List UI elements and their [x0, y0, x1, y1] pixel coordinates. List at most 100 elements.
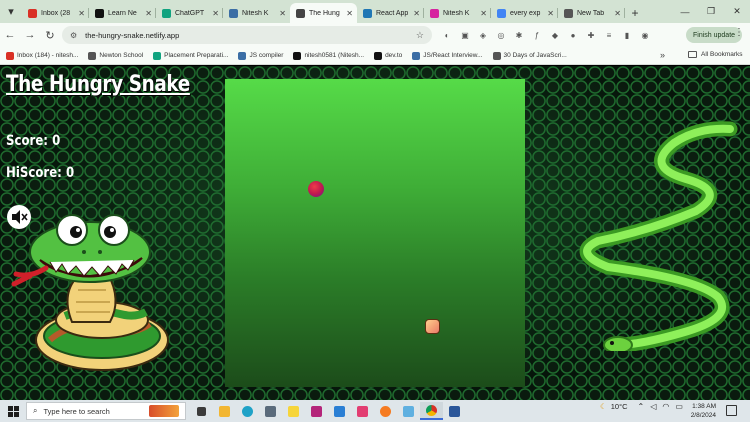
close-tab-icon[interactable]: ✕	[413, 9, 420, 18]
weather-widget[interactable]: ☾ 10°C	[600, 402, 628, 411]
side-panel-icon[interactable]: ▮	[620, 28, 634, 42]
bookmark-item[interactable]: Inbox (184) - nitesh...	[6, 51, 78, 60]
slack-icon[interactable]	[351, 402, 374, 420]
page-title: The Hungry Snake	[6, 72, 190, 97]
window-controls: — ❐ ✕	[672, 0, 750, 23]
bookmark-item[interactable]: Placement Preparati...	[153, 51, 228, 60]
bookmark-item[interactable]: nitesh0581 (Nitesh...	[293, 51, 364, 60]
bookmark-item[interactable]: 30 Days of JavaScri...	[492, 51, 567, 60]
tab-label: React App	[376, 9, 409, 17]
file-explorer-icon[interactable]	[213, 402, 236, 420]
tab-favicon	[296, 8, 305, 18]
intellij-icon[interactable]	[305, 402, 328, 420]
profile-avatar-icon[interactable]: ◉	[638, 28, 652, 42]
extension-icon[interactable]: ƒ	[530, 28, 544, 42]
search-highlight-image	[149, 405, 179, 417]
extension-icon[interactable]: ◆	[548, 28, 562, 42]
wifi-icon[interactable]: ◠	[662, 402, 669, 411]
bookmark-item[interactable]: dev.to	[374, 51, 402, 60]
browser-tab[interactable]: every exp ✕	[491, 3, 558, 23]
close-tab-icon[interactable]: ✕	[212, 9, 219, 18]
tab-label: Nitesh K	[443, 9, 470, 17]
close-tab-icon[interactable]: ✕	[547, 9, 554, 18]
menu-kebab-icon[interactable]: ⋮	[734, 27, 744, 38]
speaker-mute-icon	[12, 210, 28, 224]
browser-tab[interactable]: Learn Ne ✕	[89, 3, 156, 23]
reload-icon[interactable]: ↻	[40, 25, 60, 45]
game-board[interactable]	[225, 79, 525, 387]
close-window-icon[interactable]: ✕	[724, 0, 750, 23]
extension-icon[interactable]: ▣	[458, 28, 472, 42]
clock[interactable]: 1:38 AM 2/8/2024	[686, 402, 716, 420]
more-bookmarks-button[interactable]: »	[660, 50, 665, 60]
browser-tab[interactable]: React App ✕	[357, 3, 424, 23]
bookmark-favicon	[412, 51, 421, 60]
bookmark-favicon	[238, 51, 247, 60]
edge-icon[interactable]	[236, 402, 259, 420]
browser-tab[interactable]: New Tab ✕	[558, 3, 625, 23]
extension-icon[interactable]: ●	[566, 28, 580, 42]
site-info-icon[interactable]: ⚙	[70, 31, 77, 40]
browser-tab[interactable]: The Hung ✕	[290, 3, 357, 23]
mute-button[interactable]	[7, 205, 31, 229]
volume-icon[interactable]: ◁	[650, 402, 656, 411]
windows-logo-icon	[7, 405, 19, 417]
game-page: The Hungry Snake Score: 0 HiScore: 0	[0, 66, 750, 400]
close-tab-icon[interactable]: ✕	[145, 9, 152, 18]
minimize-icon[interactable]: —	[672, 0, 698, 23]
firefox-icon[interactable]	[374, 402, 397, 420]
sticky-notes-icon[interactable]	[282, 402, 305, 420]
restore-icon[interactable]: ❐	[698, 0, 724, 23]
extension-icon[interactable]: ◈	[476, 28, 490, 42]
browser-tab[interactable]: Inbox (28 ✕	[22, 3, 89, 23]
all-bookmarks-button[interactable]: All Bookmarks	[688, 51, 743, 58]
notification-icon[interactable]	[726, 405, 737, 416]
vscode-icon[interactable]	[328, 402, 351, 420]
address-bar[interactable]: ⚙ the-hungry-snake.netlify.app ☆	[62, 26, 432, 44]
tab-label: Nitesh K	[242, 9, 269, 17]
snake-head	[425, 319, 440, 334]
bookmark-item[interactable]: JS compiler	[238, 51, 283, 60]
clock-time: 1:38 AM	[692, 403, 716, 410]
taskbar: ⌕ Type here to search ☾ 10°C ⌃ ◁ ◠ ▭ 1:3…	[0, 400, 750, 422]
battery-icon[interactable]: ▭	[675, 402, 683, 411]
tab-search-icon[interactable]: ▾	[0, 0, 22, 23]
browser-tab[interactable]: Nitesh K ✕	[424, 3, 491, 23]
close-tab-icon[interactable]: ✕	[480, 9, 487, 18]
reading-list-icon[interactable]: ≡	[602, 28, 616, 42]
bookmark-item[interactable]: Newton School	[88, 51, 143, 60]
tab-favicon	[28, 8, 37, 18]
task-view-icon[interactable]	[190, 402, 213, 420]
notepad-icon[interactable]	[397, 402, 420, 420]
chevron-up-icon[interactable]: ⌃	[638, 402, 645, 411]
system-tray: ☾ 10°C ⌃ ◁ ◠ ▭	[600, 402, 689, 411]
back-icon[interactable]: ←	[0, 25, 20, 45]
chrome-icon[interactable]	[420, 402, 443, 420]
tab-favicon	[430, 8, 439, 18]
extensions-area: ◐ ▣ ◈ ◎ ✱ ƒ ◆ ● ✚ ≡ ▮ ◉	[440, 28, 652, 42]
snake-mascot-image	[11, 214, 169, 371]
browser-tab[interactable]: ChatGPT ✕	[156, 3, 223, 23]
close-tab-icon[interactable]: ✕	[614, 9, 621, 18]
close-tab-icon[interactable]: ✕	[279, 9, 286, 18]
url-text[interactable]: the-hungry-snake.netlify.app	[85, 31, 416, 40]
bookmark-star-icon[interactable]: ☆	[416, 30, 424, 41]
bookmark-favicon	[153, 51, 162, 60]
forward-icon[interactable]: →	[20, 25, 40, 45]
browser-tab[interactable]: Nitesh K ✕	[223, 3, 290, 23]
new-tab-button[interactable]: +	[625, 3, 645, 23]
taskbar-search[interactable]: ⌕ Type here to search	[26, 402, 186, 420]
start-button[interactable]	[0, 400, 26, 422]
extension-icon[interactable]: ✱	[512, 28, 526, 42]
extension-icon[interactable]: ◎	[494, 28, 508, 42]
close-tab-icon[interactable]: ✕	[78, 9, 85, 18]
close-tab-icon[interactable]: ✕	[346, 9, 353, 18]
extension-icon[interactable]: ◐	[440, 28, 454, 42]
calculator-icon[interactable]	[259, 402, 282, 420]
bookmark-favicon	[492, 51, 501, 60]
bookmark-item[interactable]: JS/React Interview...	[412, 51, 483, 60]
word-icon[interactable]	[443, 402, 466, 420]
hiscore-display: HiScore: 0	[6, 165, 75, 181]
extensions-puzzle-icon[interactable]: ✚	[584, 28, 598, 42]
tab-strip: ▾ Inbox (28 ✕ Learn Ne ✕ ChatGPT ✕ Nitesh K ✕ Th…	[0, 0, 750, 23]
